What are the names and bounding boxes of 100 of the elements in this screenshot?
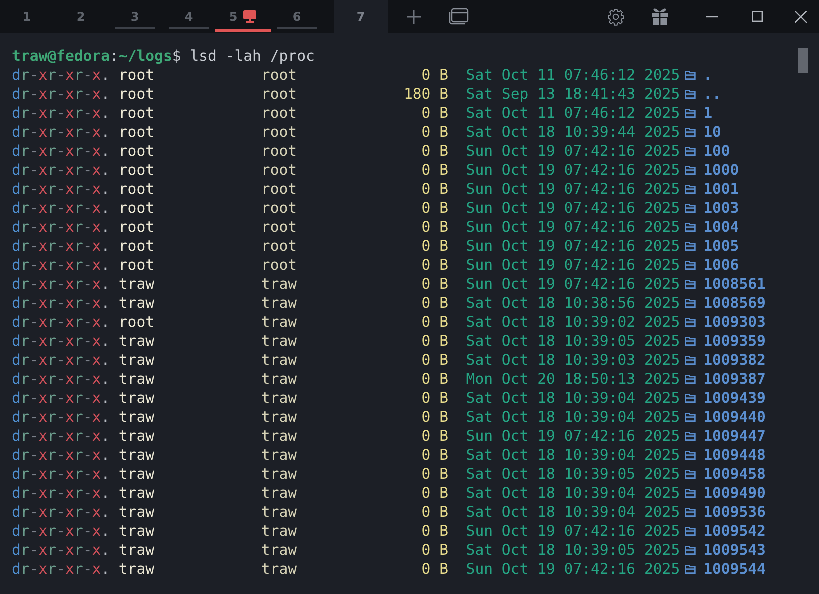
folder-icon <box>684 261 696 270</box>
folder-icon <box>684 71 696 80</box>
directory-name[interactable]: 1003 <box>704 199 740 218</box>
terminal-tab[interactable]: 1 <box>0 0 54 33</box>
date-text: Sun Oct 19 07:42:16 2025 <box>466 161 680 180</box>
directory-name[interactable]: 1009536 <box>704 503 766 522</box>
directory-name[interactable]: 1009359 <box>704 332 766 351</box>
owner-text: traw <box>118 370 156 389</box>
directory-name[interactable]: 1009439 <box>704 389 766 408</box>
size-text: 0 B <box>420 446 448 465</box>
group-text: root <box>261 66 298 85</box>
directory-name[interactable]: 1006 <box>704 256 740 275</box>
folder-icon <box>684 318 696 327</box>
folder-icon <box>684 394 696 403</box>
date-text: Sun Oct 19 07:42:16 2025 <box>466 522 680 541</box>
folder-icon <box>684 565 696 574</box>
size-text: 0 B <box>420 370 448 389</box>
directory-name[interactable]: 1009448 <box>704 446 766 465</box>
maximize-icon[interactable] <box>752 11 763 22</box>
directory-name[interactable]: 1001 <box>704 180 740 199</box>
tabs-overview-icon[interactable] <box>449 8 469 25</box>
directory-name[interactable]: 1008569 <box>704 294 766 313</box>
group-text: traw <box>261 427 298 446</box>
group-text: root <box>261 161 298 180</box>
group-text: traw <box>261 503 298 522</box>
directory-name[interactable]: 1009543 <box>704 541 766 560</box>
date-text: Mon Oct 20 18:50:13 2025 <box>466 370 680 389</box>
folder-icon <box>684 223 696 232</box>
settings-icon[interactable] <box>607 8 625 26</box>
size-text: 0 B <box>420 275 448 294</box>
owner-text: root <box>118 66 156 85</box>
directory-name[interactable]: 1005 <box>704 237 740 256</box>
close-icon[interactable] <box>795 10 807 22</box>
group-text: traw <box>261 351 298 370</box>
group-text: traw <box>261 465 298 484</box>
group-text: root <box>261 218 298 237</box>
group-text: root <box>261 256 298 275</box>
date-text: Sun Oct 19 07:42:16 2025 <box>466 142 680 161</box>
directory-name[interactable]: 1009490 <box>704 484 766 503</box>
group-text: traw <box>261 541 298 560</box>
scrollbar[interactable] <box>798 48 808 73</box>
folder-icon <box>684 337 696 346</box>
directory-name[interactable]: 1009440 <box>704 408 766 427</box>
date-text: Sat Oct 18 10:39:04 2025 <box>466 408 680 427</box>
terminal-tab[interactable]: 6 <box>270 0 324 33</box>
owner-text: traw <box>118 465 156 484</box>
directory-name[interactable]: 1009382 <box>704 351 766 370</box>
size-text: 0 B <box>420 180 448 199</box>
owner-text: root <box>118 180 156 199</box>
date-text: Sun Oct 19 07:42:16 2025 <box>466 180 680 199</box>
size-text: 0 B <box>420 408 448 427</box>
directory-name[interactable]: 1004 <box>704 218 740 237</box>
owner-text: root <box>118 313 156 332</box>
size-text: 0 B <box>420 218 448 237</box>
directory-name[interactable]: 1009303 <box>704 313 766 332</box>
directory-name[interactable]: . <box>704 66 712 85</box>
gift-icon[interactable] <box>651 8 669 25</box>
folder-icon <box>684 90 696 99</box>
owner-text: traw <box>118 408 156 427</box>
size-text: 0 B <box>420 199 448 218</box>
directory-name[interactable]: 1009544 <box>704 560 766 579</box>
terminal-tab[interactable]: 2 <box>54 0 108 33</box>
directory-name[interactable]: 1000 <box>704 161 740 180</box>
date-text: Sat Oct 18 10:39:04 2025 <box>466 484 680 503</box>
directory-name[interactable]: 1009458 <box>704 465 766 484</box>
size-text: 0 B <box>420 503 448 522</box>
date-text: Sat Oct 18 10:39:02 2025 <box>466 313 680 332</box>
date-text: Sun Oct 19 07:42:16 2025 <box>466 237 680 256</box>
directory-name[interactable]: 100 <box>704 142 730 161</box>
owner-text: traw <box>118 503 156 522</box>
directory-name[interactable]: 1009542 <box>704 522 766 541</box>
terminal-tab[interactable]: 3 <box>108 0 162 33</box>
group-text: traw <box>261 313 298 332</box>
directory-name[interactable]: 1 <box>704 104 712 123</box>
size-text: 0 B <box>420 142 448 161</box>
owner-text: traw <box>118 446 156 465</box>
size-text: 0 B <box>420 256 448 275</box>
owner-text: traw <box>118 484 156 503</box>
folder-icon <box>684 527 696 536</box>
size-text: 180 B <box>404 85 448 104</box>
terminal-tab[interactable]: 5 <box>216 0 270 33</box>
owner-text: traw <box>118 389 156 408</box>
new-tab-icon[interactable] <box>406 8 422 24</box>
owner-text: traw <box>118 560 156 579</box>
date-text: Sat Oct 18 10:38:56 2025 <box>466 294 680 313</box>
group-text: root <box>261 180 298 199</box>
size-text: 0 B <box>420 66 448 85</box>
directory-name[interactable]: .. <box>704 85 722 104</box>
date-text: Sat Oct 18 10:39:05 2025 <box>466 541 680 560</box>
directory-name[interactable]: 1009387 <box>704 370 766 389</box>
owner-text: root <box>118 104 156 123</box>
date-text: Sun Oct 19 07:42:16 2025 <box>466 218 680 237</box>
terminal-tab[interactable]: 7 <box>334 0 388 33</box>
size-text: 0 B <box>420 389 448 408</box>
directory-name[interactable]: 1008561 <box>704 275 766 294</box>
terminal-tab[interactable]: 4 <box>162 0 216 33</box>
directory-name[interactable]: 1009447 <box>704 427 766 446</box>
date-text: Sat Oct 18 10:39:03 2025 <box>466 351 680 370</box>
group-text: traw <box>261 275 298 294</box>
directory-name[interactable]: 10 <box>704 123 722 142</box>
